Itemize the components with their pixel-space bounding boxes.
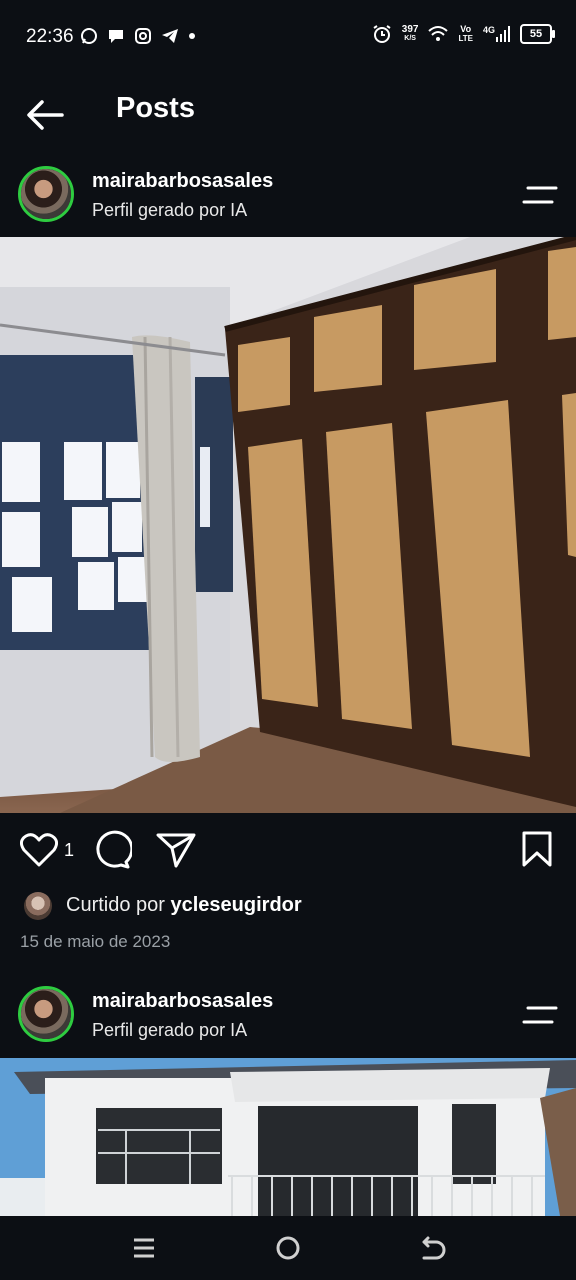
send-icon[interactable] <box>156 832 196 868</box>
chat-icon <box>109 30 123 43</box>
net-speed-value: 397 <box>401 24 419 35</box>
network-type: 4G <box>482 25 495 35</box>
liker-avatar <box>24 892 52 920</box>
system-icons: 397 K/S Vo LTE 4G 55 <box>372 24 555 44</box>
status-time: 22:36 <box>26 26 74 47</box>
post-image[interactable] <box>0 237 576 813</box>
liked-by-prefix: Curtido por <box>66 894 165 916</box>
room-photo <box>0 237 576 813</box>
notification-icons <box>80 27 196 45</box>
liked-by[interactable]: Curtido por ycleseugirdor <box>0 890 576 924</box>
post-header: mairabarbosasales Perfil gerado por IA <box>0 160 576 240</box>
bookmark-icon[interactable] <box>520 830 554 868</box>
recent-apps-icon[interactable] <box>128 1232 160 1264</box>
page-title: Posts <box>116 92 195 124</box>
net-speed-unit: K/S <box>404 35 416 42</box>
telegram-icon <box>162 29 178 43</box>
volte-bottom: LTE <box>458 34 473 43</box>
signal-icon <box>496 26 510 42</box>
whatsapp-icon <box>81 28 97 44</box>
post-header: mairabarbosasales Perfil gerado por IA <box>0 980 576 1060</box>
alarm-icon <box>373 25 391 43</box>
post-username[interactable]: mairabarbosasales <box>92 990 273 1013</box>
house-photo <box>0 1058 576 1216</box>
status-bar: 22:36 397 K/S Vo LTE 4G 55 <box>0 0 576 72</box>
menu-lines-icon[interactable] <box>522 182 558 208</box>
liked-by-user[interactable]: ycleseugirdor <box>171 894 302 916</box>
volte-top: Vo <box>460 24 472 34</box>
liked-by-text: Curtido por ycleseugirdor <box>66 894 302 917</box>
top-app-bar: Posts <box>0 72 576 156</box>
home-icon[interactable] <box>272 1232 304 1264</box>
signal-indicator: 4G <box>483 26 510 42</box>
dot-icon <box>189 33 195 39</box>
menu-lines-icon[interactable] <box>522 1002 558 1028</box>
post-subtitle: Perfil gerado por IA <box>92 200 248 220</box>
like-count[interactable]: 1 <box>64 840 74 861</box>
battery-indicator: 55 <box>520 24 555 44</box>
avatar[interactable] <box>18 166 74 222</box>
instagram-icon <box>135 28 151 44</box>
back-nav-icon[interactable] <box>416 1232 448 1264</box>
avatar[interactable] <box>18 986 74 1042</box>
post-username[interactable]: mairabarbosasales <box>92 170 273 193</box>
net-speed: 397 K/S <box>402 25 419 43</box>
volte-indicator: Vo LTE <box>458 24 473 44</box>
comment-bubble-icon[interactable] <box>92 830 132 870</box>
post-date: 15 de maio de 2023 <box>20 932 171 951</box>
wifi-icon <box>428 26 449 41</box>
arrow-left-icon[interactable] <box>24 94 66 136</box>
system-nav-bar <box>0 1216 576 1280</box>
heart-icon[interactable] <box>20 832 58 868</box>
post-subtitle: Perfil gerado por IA <box>92 1020 248 1040</box>
post-image[interactable] <box>0 1058 576 1216</box>
post-actions: 1 <box>0 826 576 876</box>
